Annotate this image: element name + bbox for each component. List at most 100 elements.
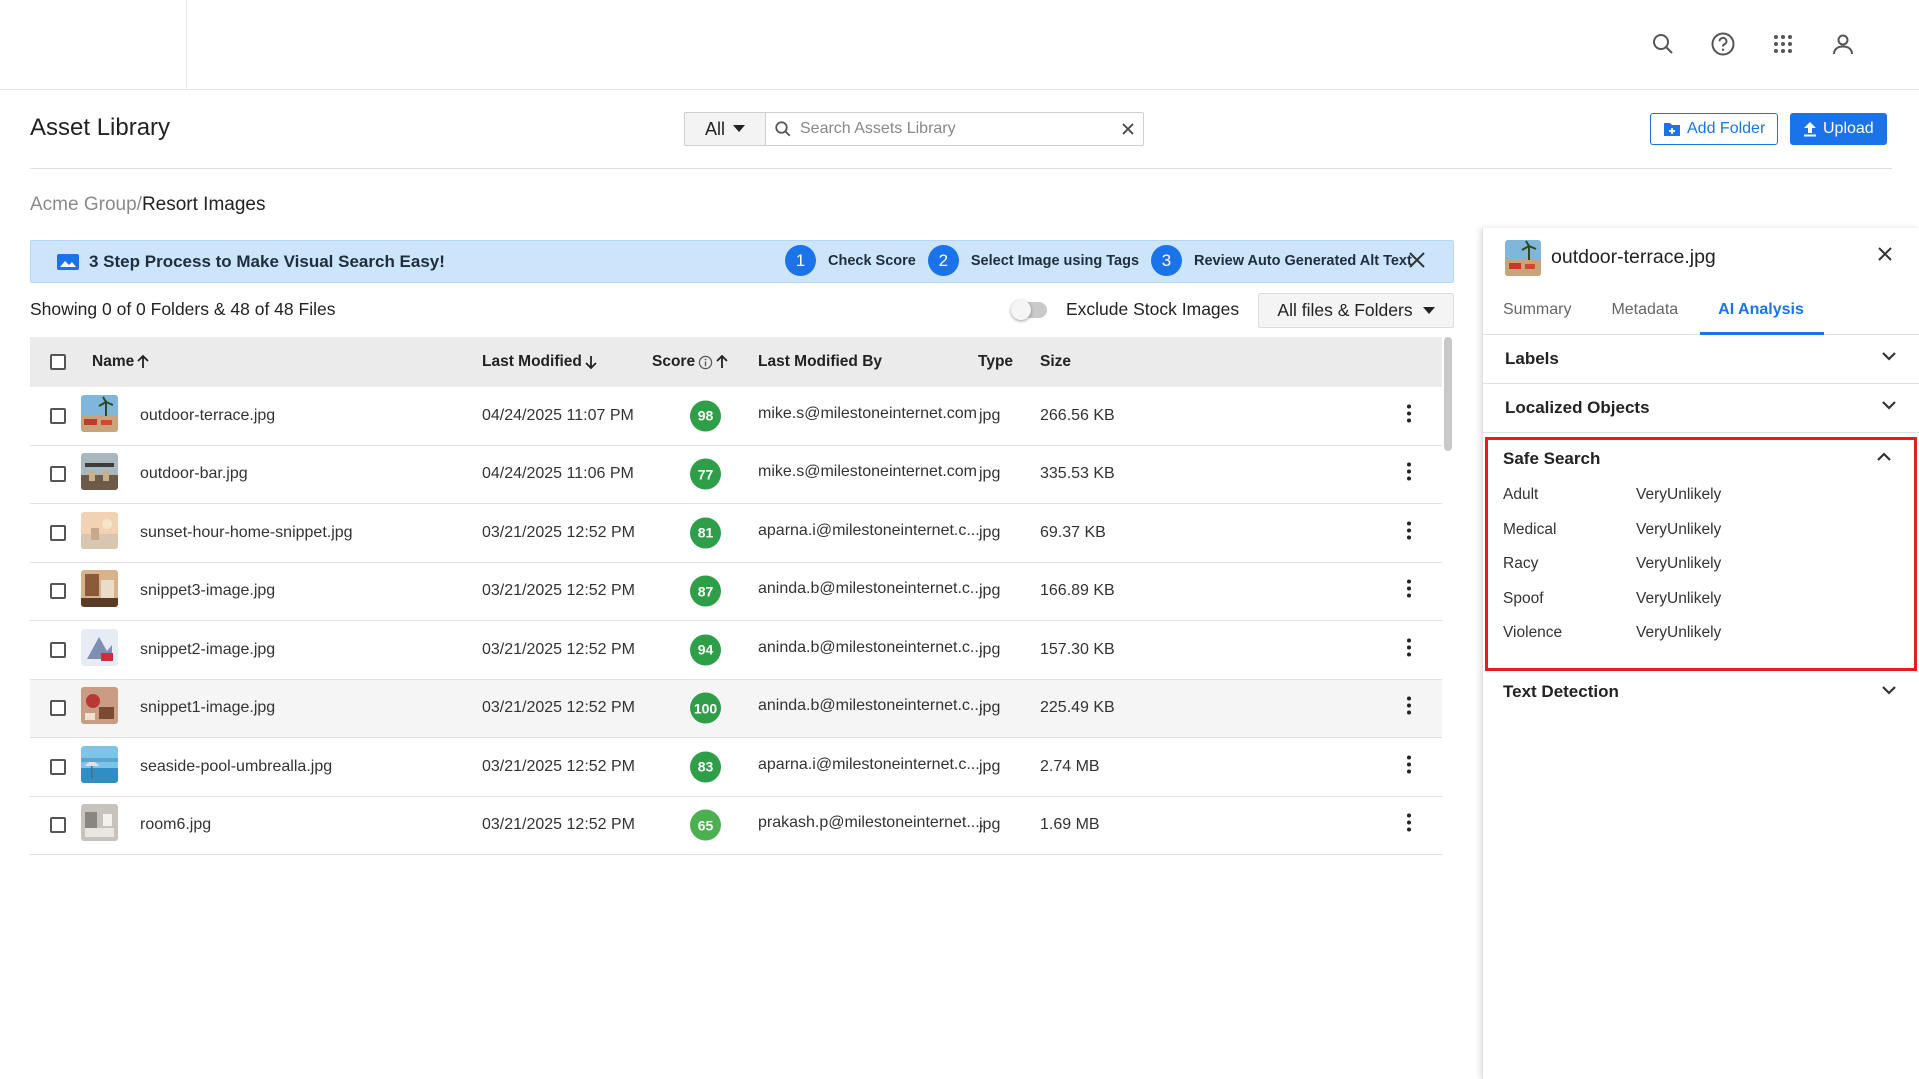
column-score[interactable]: Score xyxy=(652,353,728,371)
search-bar: All xyxy=(684,112,1144,146)
row-last-modified: 04/24/2025 11:06 PM xyxy=(482,465,634,483)
search-icon[interactable] xyxy=(1647,28,1679,60)
row-thumbnail[interactable] xyxy=(81,453,118,495)
chevron-up-icon[interactable] xyxy=(1876,452,1892,462)
kebab-icon[interactable] xyxy=(1406,696,1412,721)
row-type: jpg xyxy=(979,816,1001,834)
column-modified-by[interactable]: Last Modified By xyxy=(758,353,882,371)
table-row[interactable]: outdoor-bar.jpg 04/24/2025 11:06 PM 77 mike… xyxy=(30,445,1442,504)
row-score-badge: 65 xyxy=(690,809,721,841)
kebab-icon[interactable] xyxy=(1406,462,1412,487)
tab-ai-analysis[interactable]: AI Analysis xyxy=(1700,287,1824,335)
breadcrumb: Acme Group/Resort Images xyxy=(30,194,265,216)
table-row[interactable]: sunset-hour-home-snippet.jpg 03/21/2025 1… xyxy=(30,504,1442,563)
row-file-name[interactable]: seaside-pool-umbrealla.jpg xyxy=(140,758,332,776)
row-thumbnail[interactable] xyxy=(81,511,118,554)
kebab-icon[interactable] xyxy=(1406,579,1412,604)
row-file-name[interactable]: snippet1-image.jpg xyxy=(140,699,275,717)
upload-button[interactable]: Upload xyxy=(1790,113,1887,145)
row-checkbox[interactable] xyxy=(50,466,66,483)
row-checkbox[interactable] xyxy=(50,407,66,424)
accordion-text-detection[interactable]: Text Detection xyxy=(1482,672,1919,712)
sort-up-icon xyxy=(716,355,728,368)
table-row[interactable]: seaside-pool-umbrealla.jpg 03/21/2025 12:… xyxy=(30,738,1442,797)
score-value: 77 xyxy=(690,458,721,490)
row-score-badge: 81 xyxy=(690,517,721,549)
row-type: jpg xyxy=(979,640,1001,658)
row-type: jpg xyxy=(979,523,1001,541)
step-number: 1 xyxy=(785,245,816,276)
row-type: jpg xyxy=(979,465,1001,483)
accordion-localized-title: Localized Objects xyxy=(1505,398,1650,417)
row-file-name[interactable]: outdoor-terrace.jpg xyxy=(140,407,275,425)
accordion-labels[interactable]: Labels xyxy=(1483,335,1919,384)
step-number: 2 xyxy=(927,245,959,276)
row-score-badge: 98 xyxy=(690,400,721,432)
table-scrollbar[interactable] xyxy=(1444,337,1452,451)
row-thumbnail[interactable] xyxy=(81,628,118,671)
kebab-icon[interactable] xyxy=(1406,637,1412,662)
search-input[interactable] xyxy=(800,120,1113,138)
row-checkbox[interactable] xyxy=(50,700,66,717)
tab-metadata[interactable]: Metadata xyxy=(1611,287,1678,334)
row-thumbnail[interactable] xyxy=(81,570,118,612)
page-title: Asset Library xyxy=(30,114,171,141)
exclude-stock-toggle[interactable] xyxy=(1011,300,1047,320)
row-thumbnail[interactable] xyxy=(81,804,118,846)
row-file-name[interactable]: outdoor-bar.jpg xyxy=(140,465,248,483)
table-row[interactable]: room6.jpg 03/21/2025 12:52 PM 65 prakash.p@… xyxy=(30,796,1442,855)
row-score-badge: 94 xyxy=(690,634,721,666)
safe-search-likelihood: VeryUnlikely xyxy=(1636,486,1722,503)
file-filter-dropdown[interactable]: All files & Folders xyxy=(1258,293,1454,328)
column-modified[interactable]: Last Modified xyxy=(482,353,597,371)
kebab-icon[interactable] xyxy=(1406,403,1412,428)
row-file-name[interactable]: sunset-hour-home-snippet.jpg xyxy=(140,524,353,542)
row-file-name[interactable]: snippet3-image.jpg xyxy=(140,582,275,600)
tab-summary[interactable]: Summary xyxy=(1503,287,1571,334)
row-checkbox[interactable] xyxy=(50,524,66,541)
row-thumbnail[interactable] xyxy=(81,394,118,437)
breadcrumb-parent[interactable]: Acme Group/ xyxy=(30,194,142,215)
info-icon[interactable] xyxy=(698,355,713,370)
row-size: 2.74 MB xyxy=(1040,757,1100,775)
kebab-icon[interactable] xyxy=(1406,813,1412,838)
row-size: 1.69 MB xyxy=(1040,816,1100,834)
banner-title: 3 Step Process to Make Visual Search Eas… xyxy=(89,251,445,271)
close-icon[interactable] xyxy=(1407,250,1427,275)
add-folder-button[interactable]: Add Folder xyxy=(1650,113,1779,145)
table-row[interactable]: snippet3-image.jpg 03/21/2025 12:52 PM 87 a… xyxy=(30,562,1442,621)
row-modified-by: mike.s@milestoneinternet.com xyxy=(758,404,977,422)
close-icon[interactable] xyxy=(1877,246,1893,267)
kebab-icon[interactable] xyxy=(1406,520,1412,545)
row-file-name[interactable]: room6.jpg xyxy=(140,816,211,834)
table-row[interactable]: outdoor-terrace.jpg 04/24/2025 11:07 PM 98… xyxy=(30,387,1442,446)
safe-search-title[interactable]: Safe Search xyxy=(1503,449,1600,469)
kebab-icon[interactable] xyxy=(1406,754,1412,779)
row-score-badge: 83 xyxy=(690,751,721,783)
row-thumbnail[interactable] xyxy=(81,687,118,729)
table-row[interactable]: snippet2-image.jpg 03/21/2025 12:52 PM 94 a… xyxy=(30,621,1442,680)
clear-search-icon[interactable] xyxy=(1121,122,1135,136)
row-score-badge: 77 xyxy=(690,458,721,490)
row-file-name[interactable]: snippet2-image.jpg xyxy=(140,641,275,659)
row-type: jpg xyxy=(979,406,1001,424)
logo-area xyxy=(0,0,187,90)
select-all-checkbox[interactable] xyxy=(50,354,66,370)
column-type[interactable]: Type xyxy=(978,353,1013,371)
search-scope-dropdown[interactable]: All xyxy=(684,112,766,146)
help-icon[interactable] xyxy=(1707,28,1739,60)
folder-add-icon xyxy=(1664,123,1680,136)
table-row[interactable]: snippet1-image.jpg 03/21/2025 12:52 PM 100… xyxy=(30,679,1442,738)
upload-icon xyxy=(1804,122,1816,137)
column-name[interactable]: Name xyxy=(92,353,149,371)
row-checkbox[interactable] xyxy=(50,641,66,658)
column-size[interactable]: Size xyxy=(1040,353,1071,371)
row-checkbox[interactable] xyxy=(50,817,66,834)
user-icon[interactable] xyxy=(1827,28,1859,60)
row-checkbox[interactable] xyxy=(50,583,66,600)
row-checkbox[interactable] xyxy=(50,758,66,775)
row-thumbnail[interactable] xyxy=(81,745,118,788)
accordion-localized-objects[interactable]: Localized Objects xyxy=(1483,384,1919,433)
apps-grid-icon[interactable] xyxy=(1767,28,1799,60)
score-value: 65 xyxy=(690,809,721,841)
